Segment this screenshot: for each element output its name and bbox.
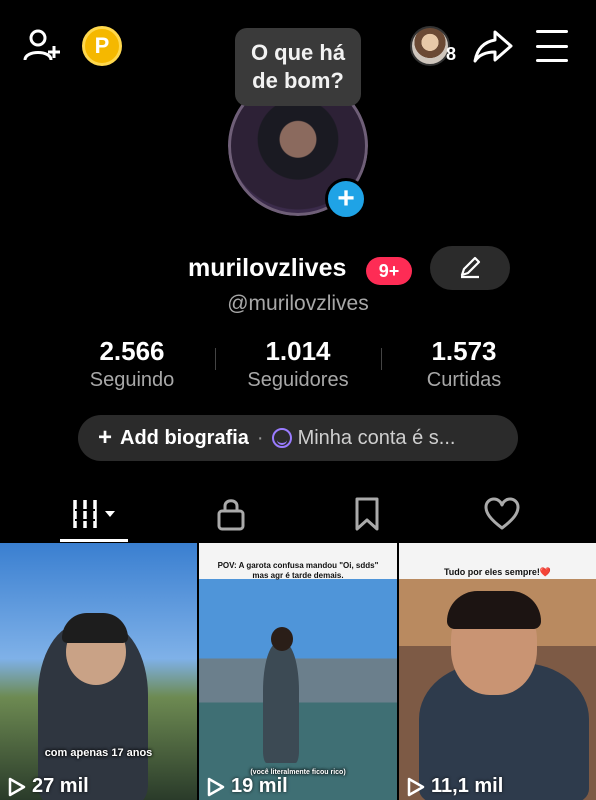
- view-count: 27 mil: [8, 775, 89, 798]
- bio-pill[interactable]: + Add biografia · Minha conta é s...: [78, 415, 518, 461]
- stat-label: Seguidores: [247, 369, 349, 391]
- account-status-text[interactable]: Minha conta é s...: [298, 427, 456, 450]
- video-thumbnail[interactable]: com apenas 17 anos 27 mil: [0, 543, 197, 800]
- stat-value: 1.014: [265, 336, 331, 366]
- add-bio-label[interactable]: Add biografia: [120, 427, 249, 450]
- video-thumbnail[interactable]: POV: A garota confusa mandou "Oi, sdds" …: [199, 543, 397, 800]
- stat-likes[interactable]: 1.573 Curtidas: [389, 336, 539, 392]
- stat-followers[interactable]: 1.014 Seguidores: [223, 336, 373, 392]
- lock-icon: [217, 499, 244, 531]
- coin-icon[interactable]: P: [82, 26, 122, 66]
- view-count-label: 19 mil: [231, 775, 288, 797]
- view-count-label: 27 mil: [32, 775, 89, 797]
- grid-videos-icon: [72, 500, 115, 528]
- video-overlay-text: com apenas 17 anos: [44, 747, 153, 759]
- active-tab-indicator: [60, 539, 128, 542]
- play-icon: [8, 777, 26, 796]
- stat-following[interactable]: 2.566 Seguindo: [57, 336, 207, 392]
- stat-label: Curtidas: [426, 369, 502, 391]
- video-grid: com apenas 17 anos 27 mil POV: A garota …: [0, 543, 596, 800]
- username-row: murilovzlives 9+: [0, 246, 596, 290]
- tab-videos[interactable]: [20, 486, 169, 542]
- tab-liked[interactable]: [427, 486, 576, 542]
- bookmark-icon: [355, 497, 378, 531]
- view-count: 11,1 mil: [407, 775, 503, 798]
- stat-value: 2.566: [99, 336, 165, 366]
- hamburger-menu-icon[interactable]: [534, 30, 570, 62]
- view-count-label: 11,1 mil: [431, 775, 504, 797]
- add-story-plus-icon[interactable]: +: [325, 178, 367, 220]
- heart-icon: [484, 497, 519, 530]
- play-icon: [407, 777, 425, 796]
- profile-tabs: [0, 486, 596, 542]
- edit-profile-button[interactable]: [430, 246, 510, 290]
- share-arrow-icon[interactable]: [472, 26, 514, 66]
- username: murilovzlives: [188, 254, 347, 282]
- video-caption: Tudo por eles sempre!❤️: [443, 567, 552, 577]
- add-user-icon[interactable]: [22, 26, 62, 66]
- bio-separator: ·: [256, 426, 264, 449]
- tab-saved[interactable]: [292, 486, 441, 542]
- pencil-icon: [460, 256, 481, 279]
- play-icon: [207, 777, 225, 796]
- video-caption: POV: A garota confusa mandou "Oi, sdds" …: [217, 561, 379, 580]
- notification-badge[interactable]: 9+: [366, 257, 412, 285]
- tab-private[interactable]: [156, 486, 305, 542]
- stat-divider: [381, 348, 382, 370]
- view-count: 19 mil: [207, 775, 288, 798]
- status-tooltip[interactable]: O que há de bom?: [235, 28, 361, 106]
- stat-label: Seguindo: [89, 369, 175, 391]
- avatar[interactable]: [410, 26, 450, 66]
- stat-value: 1.573: [431, 336, 497, 366]
- avatar-count: 8: [446, 44, 457, 64]
- profile-stats: 2.566 Seguindo 1.014 Seguidores 1.573 Cu…: [0, 336, 596, 396]
- stat-divider: [215, 348, 216, 370]
- video-thumbnail[interactable]: Tudo por eles sempre!❤️ 11,1 mil: [399, 543, 596, 800]
- plus-icon: +: [98, 424, 113, 451]
- profile-handle: @murilovzlives: [227, 292, 369, 315]
- smile-icon: [271, 428, 292, 448]
